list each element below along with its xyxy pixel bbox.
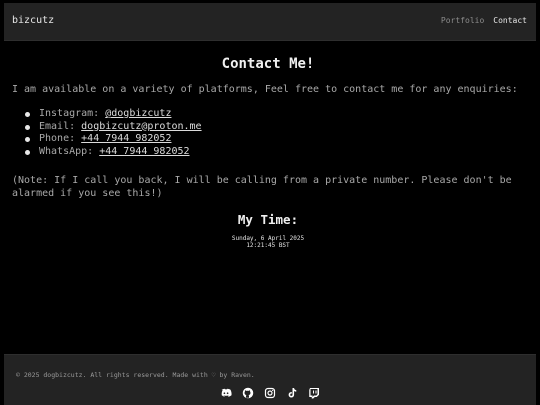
instagram-icon[interactable] (264, 387, 276, 399)
contact-label: Instagram: (39, 108, 106, 119)
discord-icon[interactable] (220, 387, 232, 399)
email-link[interactable]: dogbizcutz@proton.me (81, 121, 201, 132)
contact-item-whatsapp: WhatsApp: +44 7944 982052 (24, 146, 524, 159)
time-heading: My Time: (237, 212, 299, 227)
intro-text: I am available on a variety of platforms… (12, 84, 518, 95)
twitch-icon[interactable] (308, 387, 320, 399)
contact-label: Phone: (39, 133, 82, 144)
clock: Sunday, 6 April 2025 12:21:45 BST (12, 235, 524, 249)
nav-link-portfolio[interactable]: Portfolio (441, 16, 484, 25)
phone-link[interactable]: +44 7944 982052 (81, 133, 171, 144)
contact-item-email: Email: dogbizcutz@proton.me (24, 121, 524, 134)
github-icon[interactable] (242, 387, 254, 399)
instagram-link[interactable]: @dogbizcutz (105, 108, 171, 119)
contact-item-phone: Phone: +44 7944 982052 (24, 133, 524, 146)
nav-link-contact[interactable]: Contact (493, 16, 527, 25)
clock-date: Sunday, 6 April 2025 (231, 235, 305, 242)
footer: © 2025 dogbizcutz. All rights reserved. … (4, 354, 536, 405)
note-text: (Note: If I call you back, I will be cal… (12, 175, 512, 199)
social-links (4, 387, 536, 399)
whatsapp-link[interactable]: +44 7944 982052 (99, 146, 189, 157)
clock-time: 12:21:45 BST (246, 242, 290, 249)
contact-label: WhatsApp: (39, 145, 100, 157)
brand-logo[interactable]: bizcutz (12, 15, 54, 26)
tiktok-icon[interactable] (286, 387, 298, 399)
main-content: Contact Me! I am available on a variety … (12, 56, 524, 249)
page-title: Contact Me! (221, 56, 315, 72)
copyright-text: © 2025 dogbizcutz. All rights reserved. … (16, 371, 255, 379)
navbar: bizcutz Portfolio Contact (4, 3, 536, 41)
nav-links: Portfolio Contact (441, 16, 527, 25)
contact-label: Email: (39, 120, 82, 132)
contact-list: Instagram: @dogbizcutz Email: dogbizcutz… (12, 108, 524, 158)
contact-item-instagram: Instagram: @dogbizcutz (24, 108, 524, 121)
